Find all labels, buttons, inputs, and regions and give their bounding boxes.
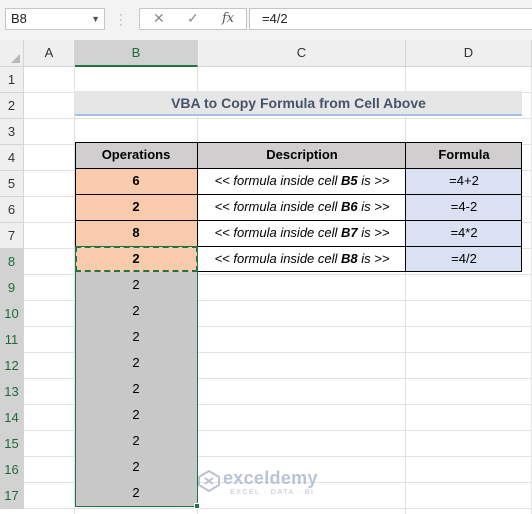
table-border	[75, 194, 522, 195]
cell-d6[interactable]: =4-2	[406, 194, 522, 220]
cell-c8[interactable]: << formula inside cell B8 is >>	[198, 246, 406, 272]
cell-ref: B5	[341, 173, 358, 188]
gridline	[24, 508, 532, 509]
row-header-5[interactable]: 5	[0, 171, 24, 197]
watermark-name: exceldemy	[223, 468, 318, 488]
select-all-triangle-icon	[11, 54, 20, 63]
name-box-value: B8	[11, 11, 27, 26]
formula-bar-buttons: ✕ ✓ fx	[139, 8, 247, 30]
table-border	[75, 142, 76, 246]
row-header-7[interactable]: 7	[0, 223, 24, 249]
row-header-13[interactable]: 13	[0, 379, 24, 405]
row-header-1[interactable]: 1	[0, 67, 24, 93]
row-header-10[interactable]: 10	[0, 301, 24, 327]
table-border	[198, 271, 522, 272]
selection-border	[75, 246, 198, 507]
gridline	[405, 67, 406, 514]
table-border	[198, 246, 522, 247]
cell-ref: B6	[341, 199, 358, 214]
description-text: << formula inside cell	[214, 251, 342, 266]
row-header-14[interactable]: 14	[0, 405, 24, 431]
fill-handle[interactable]	[194, 503, 200, 509]
row-header-6[interactable]: 6	[0, 197, 24, 223]
description-text: << formula inside cell	[214, 225, 342, 240]
row-header-3[interactable]: 3	[0, 119, 24, 145]
header-formula[interactable]: Formula	[406, 142, 522, 168]
cell-b7[interactable]: 8	[75, 220, 197, 246]
insert-function-icon[interactable]: fx	[222, 11, 234, 26]
table-border	[75, 168, 522, 169]
cell-b6[interactable]: 2	[75, 194, 197, 220]
copy-marquee	[75, 246, 198, 272]
cell-d8[interactable]: =4/2	[406, 246, 522, 272]
header-description[interactable]: Description	[198, 142, 406, 168]
description-text: << formula inside cell	[214, 173, 342, 188]
formula-input[interactable]: =4/2	[249, 8, 532, 30]
description-text: is >>	[357, 199, 390, 214]
cell-c6[interactable]: << formula inside cell B6 is >>	[198, 194, 406, 220]
row-header-9[interactable]: 9	[0, 275, 24, 301]
watermark: exceldemy EXCEL · DATA · BI	[198, 466, 348, 500]
cancel-icon[interactable]: ✕	[153, 10, 165, 27]
table-border	[75, 220, 522, 221]
sheet-title[interactable]: VBA to Copy Formula from Cell Above	[75, 91, 522, 116]
row-header-15[interactable]: 15	[0, 431, 24, 457]
description-text: is >>	[357, 173, 390, 188]
gridline	[24, 118, 532, 119]
table-border	[75, 142, 522, 143]
cell-b5[interactable]: 6	[75, 168, 197, 194]
column-header-c[interactable]: C	[198, 40, 406, 67]
column-header-b[interactable]: B	[75, 40, 198, 67]
row-header-2[interactable]: 2	[0, 93, 24, 119]
row-header-11[interactable]: 11	[0, 327, 24, 353]
select-all-button[interactable]	[0, 40, 24, 67]
formula-bar: B8 ▼ · · · ✕ ✓ fx =4/2	[0, 0, 532, 41]
table-border	[405, 142, 406, 272]
row-header-8[interactable]: 8	[0, 249, 24, 275]
cell-d7[interactable]: =4*2	[406, 220, 522, 246]
chevron-down-icon[interactable]: ▼	[91, 9, 100, 29]
row-header-16[interactable]: 16	[0, 457, 24, 483]
description-text: is >>	[357, 225, 390, 240]
watermark-tagline: EXCEL · DATA · BI	[230, 489, 315, 496]
exceldemy-logo-icon	[198, 470, 220, 492]
description-text: is >>	[357, 251, 390, 266]
row-header-17[interactable]: 17	[0, 483, 24, 509]
name-box[interactable]: B8 ▼	[5, 8, 105, 30]
header-operations[interactable]: Operations	[75, 142, 197, 168]
row-header-12[interactable]: 12	[0, 353, 24, 379]
cell-c5[interactable]: << formula inside cell B5 is >>	[198, 168, 406, 194]
enter-icon[interactable]: ✓	[187, 10, 199, 27]
cell-ref: B8	[341, 251, 358, 266]
row-header-4[interactable]: 4	[0, 145, 24, 171]
column-header-a[interactable]: A	[24, 40, 75, 67]
cell-d5[interactable]: =4+2	[406, 168, 522, 194]
cell-ref: B7	[341, 225, 358, 240]
cell-c7[interactable]: << formula inside cell B7 is >>	[198, 220, 406, 246]
description-text: << formula inside cell	[214, 199, 342, 214]
column-header-d[interactable]: D	[406, 40, 532, 67]
drag-handle-icon[interactable]: · · ·	[118, 8, 124, 30]
table-border	[521, 142, 522, 272]
